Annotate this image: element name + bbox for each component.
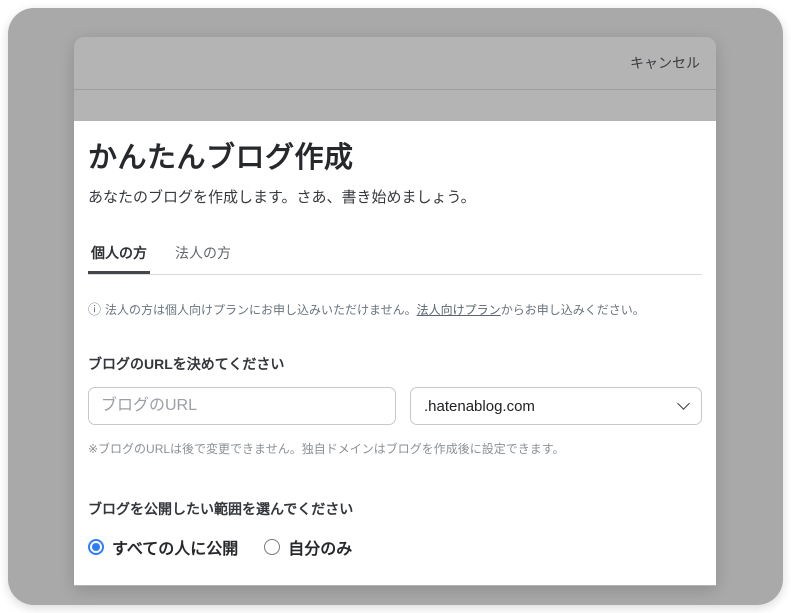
page-background-overlay: キャンセル かんたんブログ作成 あなたのブログを作成します。さあ、書き始めましょ… (8, 8, 783, 605)
dialog-content: かんたんブログ作成 あなたのブログを作成します。さあ、書き始めましょう。 個人の… (74, 121, 716, 585)
radio-option-public[interactable]: すべての人に公開 (88, 535, 238, 559)
radio-option-private-label: 自分のみ (288, 535, 352, 559)
url-section-label: ブログのURLを決めてください (88, 354, 702, 374)
blog-create-dialog: キャンセル かんたんブログ作成 あなたのブログを作成します。さあ、書き始めましょ… (74, 37, 716, 586)
url-note: ※ブログのURLは後で変更できません。独自ドメインはブログを作成後に設定できます… (88, 440, 702, 457)
visibility-options: すべての人に公開 自分のみ (88, 535, 702, 559)
blog-url-input[interactable] (88, 387, 396, 425)
notice-text-after: からお申し込みください。 (501, 303, 645, 317)
notice-text-before: 法人の方は個人向けプランにお申し込みいただけません。 (105, 303, 417, 317)
page-subtitle: あなたのブログを作成します。さあ、書き始めましょう。 (88, 186, 702, 207)
cancel-button[interactable]: キャンセル (630, 53, 700, 73)
tab-personal[interactable]: 個人の方 (88, 243, 150, 274)
chevron-down-icon (677, 397, 690, 410)
domain-select[interactable]: .hatenablog.com (410, 387, 702, 425)
visibility-section-label: ブログを公開したい範囲を選んでください (88, 499, 702, 519)
radio-option-private[interactable]: 自分のみ (264, 535, 352, 559)
radio-checked-icon (88, 539, 104, 555)
dialog-top-bar: キャンセル (74, 37, 716, 90)
domain-select-value: .hatenablog.com (424, 398, 535, 415)
corporate-plan-link[interactable]: 法人向けプラン (417, 303, 501, 317)
screenshot-canvas: キャンセル かんたんブログ作成 あなたのブログを作成します。さあ、書き始めましょ… (0, 0, 791, 613)
radio-option-public-label: すべての人に公開 (112, 535, 238, 559)
radio-unchecked-icon (264, 539, 280, 555)
tab-corporate[interactable]: 法人の方 (172, 243, 234, 274)
page-title: かんたんブログ作成 (88, 121, 702, 176)
corporate-notice: ⓘ 法人の方は個人向けプランにお申し込みいただけません。法人向けプランからお申し込… (88, 299, 702, 318)
url-input-row: .hatenablog.com (88, 387, 702, 425)
info-icon: ⓘ (88, 302, 101, 317)
dialog-sub-bar (74, 90, 716, 121)
audience-tabs: 個人の方 法人の方 (88, 243, 702, 275)
